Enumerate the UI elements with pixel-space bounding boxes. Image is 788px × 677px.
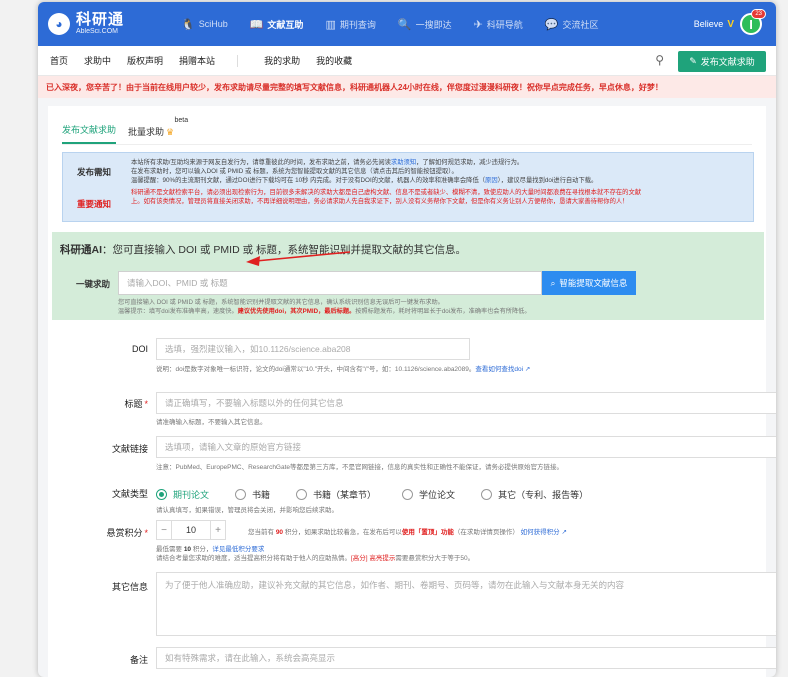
nav-community[interactable]: 💬 交流社区	[534, 2, 610, 46]
subnav-donate[interactable]: 捐赠本站	[179, 54, 215, 67]
search-icon[interactable]: ⚲	[655, 53, 664, 67]
notice-line-5: 上。如有该类情况，管理员将直接关闭求助，不再详细说明理由，务必请求助人先自我求证…	[131, 198, 629, 205]
type-book-radio[interactable]: 书籍	[235, 488, 270, 501]
notification-badge: 23	[751, 9, 766, 19]
publish-notice-label: 发布需知	[77, 167, 112, 177]
logo-subtitle: AbleSci.COM	[76, 28, 119, 36]
type-hint: 请认真填写，如果错误，管理员将会关闭，并影响您后续求助。	[156, 507, 338, 514]
doi-label: DOI	[131, 344, 148, 354]
subnav-pending[interactable]: 求助中	[84, 54, 111, 67]
title-hint: 请准确输入标题，不要输入其它信息。	[156, 419, 267, 426]
beta-label: beta	[174, 117, 189, 124]
search-icon: 🔍	[397, 18, 412, 31]
external-link-icon: ↗	[559, 529, 567, 536]
smart-extract-button[interactable]: ⌕ 智能提取文献信息	[542, 271, 636, 295]
subnav-my-favorites[interactable]: 我的收藏	[316, 54, 352, 67]
remark-input[interactable]: 如有特殊需求，请在此输入，系统会高亮显示	[156, 647, 776, 669]
points-hint-2: 请结合考量您求助的难度，适当提高积分将有助于他人的应助热情。[高分] 高亮提示需…	[156, 555, 475, 562]
notice-line-2: 在发布求助时，您可以输入DOI 或 PMID 或 标题，系统为您智能提取文献的其…	[131, 168, 458, 175]
how-to-earn-points-link[interactable]: 如何获得积分	[521, 529, 560, 536]
points-note: 您当前有 90 积分，如果求助比较着急，在发布后可以使用「置顶」功能（在求助详情…	[248, 529, 567, 536]
user-name[interactable]: Believe	[694, 19, 724, 29]
notice-line-4: 科研通不是文献检索平台，请必须出现检索行为，目前很多未解决的求助大都是自己虚构文…	[131, 189, 642, 196]
avatar[interactable]: I 23	[740, 9, 766, 35]
nav-research-guide[interactable]: ✈ 科研导航	[463, 2, 534, 46]
nav-scihub[interactable]: 🐧 SciHub	[170, 2, 239, 46]
other-info-textarea[interactable]: 为了便于他人准确应助，建议补充文献的其它信息，如作者、期刊、卷期号、页码等，请勿…	[156, 572, 776, 636]
tab-publish-request[interactable]: 发布文献求助	[62, 123, 117, 144]
subnav-my-requests[interactable]: 我的求助	[264, 54, 300, 67]
penguin-icon: 🐧	[181, 18, 195, 31]
search-icon: ⌕	[550, 277, 556, 288]
nav-journal-query[interactable]: ▥ 期刊查询	[314, 2, 386, 46]
doi-input[interactable]: 选填，强烈建议输入，如10.1126/science.aba208	[156, 338, 470, 360]
how-to-find-doi-link[interactable]: 查看如何查找doi	[475, 366, 523, 373]
logo-title: 科研通	[76, 11, 125, 29]
external-link-icon: ↗	[523, 366, 531, 373]
tab-batch-request[interactable]: 批量求助 ♛ beta	[128, 117, 188, 144]
type-radio-group: 期刊论文 书籍 书籍（某章节） 学位论文 其它（专利、报告等）	[156, 488, 614, 501]
link-hint: 注意：PubMed、EuropePMC、ResearchGate等都是第三方库，…	[156, 464, 564, 471]
one-click-label: 一键求助	[76, 279, 111, 289]
sub-navbar: 首页 求助中 版权声明 捐赠本站 我的求助 我的收藏 ⚲ ✎ 发布文献求助	[38, 46, 776, 76]
nav-search[interactable]: 🔍 一搜即达	[387, 2, 463, 46]
points-value-input[interactable]: 10	[172, 520, 210, 540]
crown-icon: ♛	[166, 127, 175, 137]
main-nav: 🐧 SciHub 📖 文献互助 ▥ 期刊查询 🔍 一搜即达 ✈ 科研导航 💬 交流社区	[170, 2, 610, 46]
other-info-label: 其它信息	[111, 582, 148, 592]
points-minus-button[interactable]: −	[156, 520, 172, 540]
top-navbar: ◕ 科研通 AbleSci.COM 🐧 SciHub 📖 文献互助 ▥ 期刊查询 🔍 一…	[38, 2, 776, 46]
points-stepper: − 10 +	[156, 520, 226, 540]
link-label: 文献链接	[111, 444, 148, 454]
request-rules-link[interactable]: 求助须知	[391, 159, 416, 166]
type-journal-radio[interactable]: 期刊论文	[156, 488, 209, 501]
reason-link[interactable]: 原因	[485, 177, 498, 184]
tab-divider	[62, 144, 752, 145]
vip-badge-icon: V	[727, 18, 734, 30]
request-form-card: 发布文献求助 批量求助 ♛ beta 发布需知 重要通知 本站所有求助/互助均来源于…	[48, 106, 776, 677]
points-label: 悬赏积分 *	[106, 528, 148, 538]
type-other-radio[interactable]: 其它（专利、报告等）	[481, 488, 588, 501]
publish-request-button[interactable]: ✎ 发布文献求助	[678, 51, 766, 72]
book-icon: 📖	[249, 18, 264, 31]
type-label: 文献类型	[111, 489, 148, 499]
site-logo[interactable]: ◕ 科研通 AbleSci.COM	[48, 12, 170, 35]
points-plus-button[interactable]: +	[210, 520, 226, 540]
night-notice: 已入深夜，您辛苦了！由于当前在线用户较少，发布求助请尽量完整的填写文献信息，科研…	[38, 76, 776, 98]
remark-label: 备注	[129, 655, 148, 665]
notice-line-3: 温馨提醒：90%的主流期刊文献，通过DOI进行下载均可在 10秒 内完成。对于没…	[131, 177, 598, 184]
important-notice-label: 重要通知	[77, 199, 112, 209]
type-thesis-radio[interactable]: 学位论文	[402, 488, 455, 501]
title-label: 标题 *	[124, 399, 148, 409]
nav-literature-help[interactable]: 📖 文献互助	[239, 2, 315, 46]
chat-bubble-icon: 💬	[544, 18, 559, 31]
browser-window: ◕ 科研通 AbleSci.COM 🐧 SciHub 📖 文献互助 ▥ 期刊查询 🔍 一…	[38, 2, 776, 677]
ai-query-input[interactable]: 请输入DOI、PMID 或 标题	[118, 271, 542, 295]
subnav-copyright[interactable]: 版权声明	[127, 54, 163, 67]
logo-icon: ◕	[48, 13, 70, 35]
ai-extract-box: 科研通AI：您可直接输入 DOI 或 PMID 或 标题，系统智能识别并提取文献…	[52, 232, 764, 320]
paper-plane-icon: ✈	[473, 18, 483, 31]
doi-hint: 说明：doi是数字对象唯一标识符，论文的doi通常以"10."开头，中间含有"/…	[156, 366, 531, 373]
title-input[interactable]: 请正确填写，不要输入标题以外的任何其它信息	[156, 392, 776, 414]
divider	[237, 54, 239, 67]
edit-icon: ✎	[689, 56, 697, 66]
subnav-home[interactable]: 首页	[50, 54, 68, 67]
link-input[interactable]: 选填项，请输入文章的原始官方链接	[156, 436, 776, 458]
form-tabs: 发布文献求助 批量求助 ♛ beta	[62, 116, 188, 144]
notice-line-1: 本站所有求助/互助均来源于网友自发行为，请尊重彼此的时间，发布求助之前，请务必先…	[131, 159, 524, 166]
type-chapter-radio[interactable]: 书籍（某章节）	[296, 488, 376, 501]
ai-help-text: 您可直接输入 DOI 或 PMID 或 标题，系统智能识别并提取文献的其它信息，…	[118, 299, 531, 315]
journal-icon: ▥	[325, 18, 336, 31]
red-arrow-icon	[246, 251, 351, 266]
notice-box: 发布需知 重要通知 本站所有求助/互助均来源于网友自发行为，请尊重彼此的时间，发…	[62, 152, 754, 222]
